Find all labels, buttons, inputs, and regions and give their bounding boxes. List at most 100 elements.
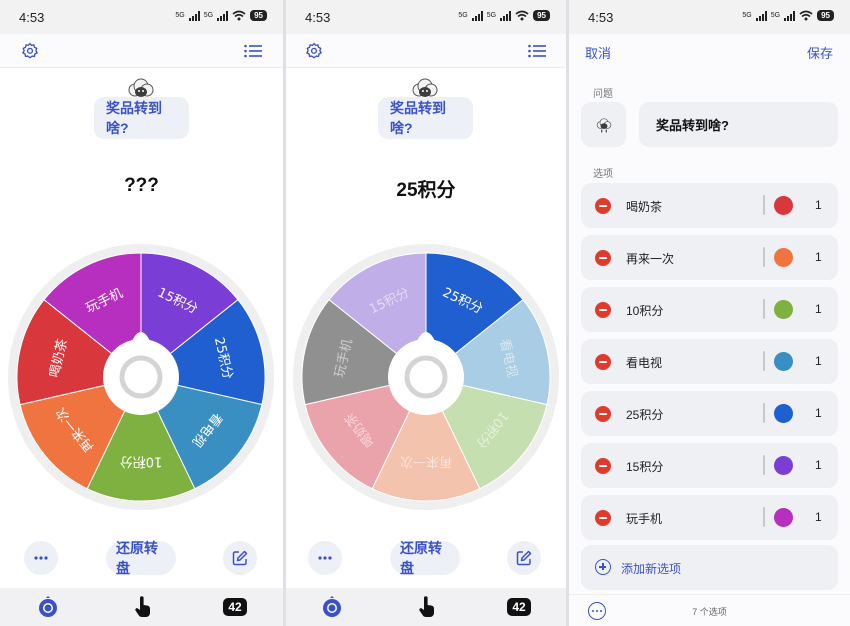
pointer-hand-icon	[419, 596, 434, 617]
remove-icon[interactable]	[595, 458, 611, 474]
network-label: 5G	[458, 12, 468, 19]
option-name[interactable]: 看电视	[626, 354, 662, 371]
remove-icon[interactable]	[595, 406, 611, 422]
remove-icon[interactable]	[595, 198, 611, 214]
network-label: 5G	[742, 12, 752, 19]
list-icon	[244, 44, 262, 58]
spin-wheel[interactable]: 15积分25积分看电视10积分再来一次喝奶茶玩手机	[8, 244, 274, 510]
remove-icon[interactable]	[595, 302, 611, 318]
wheel-tab-icon	[323, 596, 341, 617]
save-button[interactable]: 保存	[807, 43, 833, 62]
tab-count[interactable]: 42	[222, 594, 248, 620]
spin-button-ring	[119, 355, 163, 399]
option-weight[interactable]: 1	[815, 250, 822, 264]
reset-wheel-button[interactable]: 还原转盘	[390, 540, 460, 576]
more-icon	[318, 556, 332, 560]
tab-wheel[interactable]	[319, 594, 345, 620]
tab-bar: 42	[0, 588, 283, 626]
gear-icon	[22, 42, 38, 59]
color-swatch[interactable]	[774, 508, 793, 527]
option-name[interactable]: 10积分	[626, 302, 663, 319]
option-row[interactable]: 玩手机 1	[581, 495, 838, 540]
wheel-tab-icon	[39, 596, 57, 617]
option-weight[interactable]: 1	[815, 510, 822, 524]
wheel-segment-label: 再来一次	[400, 454, 452, 470]
option-row[interactable]: 25积分 1	[581, 391, 838, 436]
color-swatch[interactable]	[774, 456, 793, 475]
status-time: 4:53	[588, 10, 614, 25]
option-weight[interactable]: 1	[815, 458, 822, 472]
tab-finger[interactable]	[414, 594, 440, 620]
wifi-icon	[799, 10, 813, 21]
edit-button[interactable]	[223, 541, 257, 575]
color-swatch[interactable]	[774, 248, 793, 267]
edit-icon	[232, 550, 248, 566]
gear-icon	[306, 42, 322, 59]
signal-icon	[471, 10, 483, 21]
status-bar: 4:53 5G 5G 95	[569, 0, 850, 34]
question-section-label: 问题	[593, 89, 613, 100]
list-button[interactable]	[242, 40, 264, 62]
add-option-label: 添加新选项	[621, 562, 682, 576]
battery-indicator: 95	[533, 10, 550, 21]
option-row[interactable]: 再来一次 1	[581, 235, 838, 280]
tab-bar: 42	[286, 588, 566, 626]
more-button[interactable]	[24, 541, 58, 575]
tab-wheel[interactable]	[35, 594, 61, 620]
option-weight[interactable]: 1	[815, 406, 822, 420]
bottom-actions: 还原转盘	[0, 540, 283, 577]
remove-icon[interactable]	[595, 510, 611, 526]
wheel-screen-initial: 4:53 5G 5G 95 奖品转到啥? ??? 15积分 25积分 看电视 10积分…	[0, 0, 283, 626]
option-weight[interactable]: 1	[815, 354, 822, 368]
count-badge: 42	[223, 598, 247, 616]
option-row[interactable]: 15积分 1	[581, 443, 838, 488]
separator	[763, 507, 765, 527]
network-label: 5G	[175, 12, 185, 19]
network-label: 5G	[770, 12, 781, 19]
color-swatch[interactable]	[774, 352, 793, 371]
separator	[763, 403, 765, 423]
list-button[interactable]	[526, 40, 548, 62]
question-pill[interactable]: 奖品转到啥?	[94, 97, 189, 139]
wifi-icon	[515, 10, 529, 21]
options-count: 7 个选项	[692, 607, 727, 617]
option-name[interactable]: 15积分	[626, 458, 663, 475]
network-label: 5G	[486, 12, 497, 19]
color-swatch[interactable]	[774, 196, 793, 215]
emoji-picker[interactable]	[581, 102, 626, 147]
spin-wheel[interactable]: 25积分看电视10积分再来一次喝奶茶玩手机15积分	[293, 244, 559, 510]
option-weight[interactable]: 1	[815, 198, 822, 212]
edit-button[interactable]	[507, 541, 541, 575]
option-name[interactable]: 喝奶茶	[626, 198, 662, 215]
question-pill[interactable]: 奖品转到啥?	[378, 97, 473, 139]
status-time: 4:53	[19, 10, 45, 25]
question-input[interactable]: 奖品转到啥?	[639, 102, 838, 147]
wheel-screen-result: 4:53 5G 5G 95 奖品转到啥? 25积分 25积分 看电视 10积分 再来一…	[286, 0, 566, 626]
separator	[763, 351, 765, 371]
status-bar: 4:53 5G 5G 95	[286, 0, 566, 34]
remove-icon[interactable]	[595, 250, 611, 266]
tab-count[interactable]: 42	[506, 594, 532, 620]
settings-button[interactable]	[303, 40, 325, 62]
add-circle-icon	[595, 559, 611, 575]
editor-footer: 7 个选项	[569, 594, 850, 626]
option-name[interactable]: 再来一次	[626, 250, 674, 267]
status-bar: 4:53 5G 5G 95	[0, 0, 283, 34]
color-swatch[interactable]	[774, 300, 793, 319]
option-row[interactable]: 10积分 1	[581, 287, 838, 332]
remove-icon[interactable]	[595, 354, 611, 370]
edit-icon	[516, 550, 532, 566]
settings-button[interactable]	[19, 40, 41, 62]
reset-wheel-button[interactable]: 还原转盘	[106, 540, 176, 576]
option-weight[interactable]: 1	[815, 302, 822, 316]
tab-finger[interactable]	[130, 594, 156, 620]
options-section-label: 选项	[593, 169, 613, 180]
option-row[interactable]: 喝奶茶 1	[581, 183, 838, 228]
option-name[interactable]: 25积分	[626, 406, 663, 423]
option-name[interactable]: 玩手机	[626, 510, 662, 527]
more-button[interactable]	[308, 541, 342, 575]
add-option-button[interactable]: 添加新选项	[581, 545, 838, 590]
color-swatch[interactable]	[774, 404, 793, 423]
option-row[interactable]: 看电视 1	[581, 339, 838, 384]
cancel-button[interactable]: 取消	[585, 43, 611, 62]
